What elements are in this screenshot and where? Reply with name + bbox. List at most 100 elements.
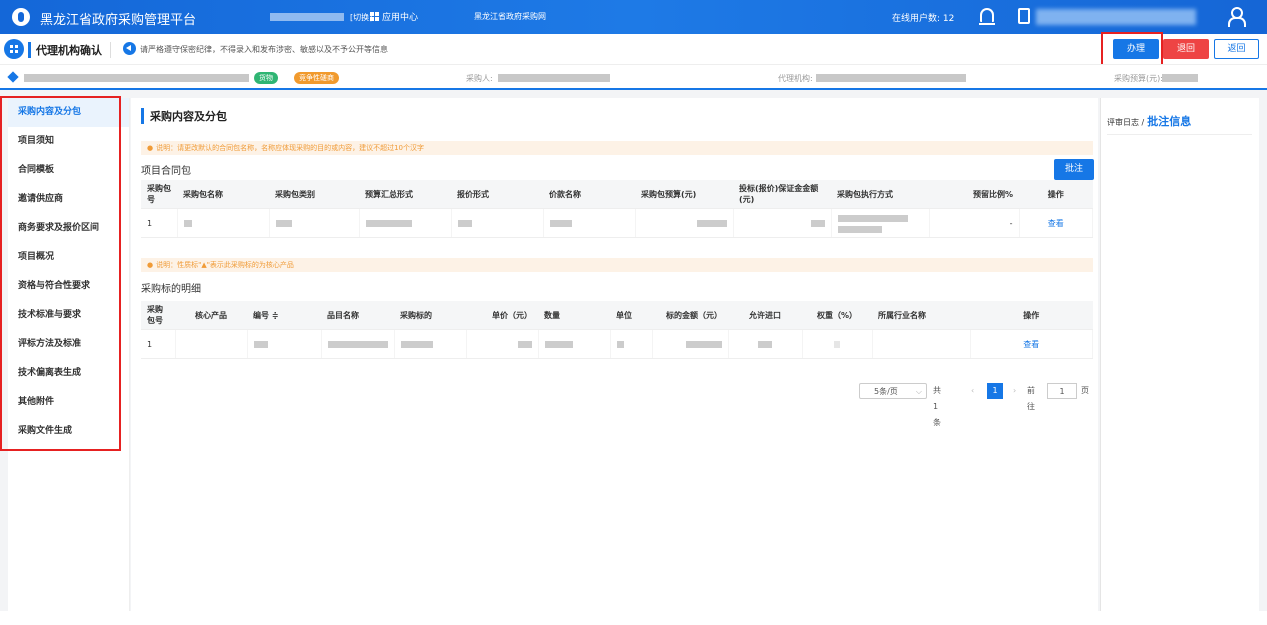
col-header: 投标(报价)保证金金额(元) bbox=[733, 180, 831, 209]
package-table-header: 采购包号 采购包名称 采购包类别 预算汇总形式 报价形式 价款名称 采购包预算(… bbox=[141, 180, 1093, 209]
cell-redacted bbox=[728, 329, 803, 359]
app-center-link[interactable]: 应用中心 bbox=[370, 10, 418, 23]
col-header: 允许进口 bbox=[728, 301, 802, 330]
detail-table-header: 采购包号 核心产品 编号 ≑ 品目名称 采购标的 单价（元） 数量 单位 标的金… bbox=[141, 301, 1093, 330]
col-header: 所属行业名称 bbox=[872, 301, 970, 330]
main-content: 采购内容及分包 说明：请更改默认的合同包名称，名称应体现采购的目的或内容，建议不… bbox=[131, 98, 1098, 611]
cell-redacted bbox=[802, 329, 873, 359]
cell-redacted bbox=[831, 208, 930, 238]
annotate-button[interactable]: 批注 bbox=[1054, 159, 1094, 180]
goods-tag: 货物 bbox=[254, 72, 278, 84]
online-users-count: 在线用户数: 12 bbox=[892, 14, 955, 24]
project-info-bar: 货物 竞争性磋商 采购人: 代理机构: 采购预算(元): bbox=[0, 64, 1267, 90]
highlight-box-handle bbox=[1101, 32, 1163, 68]
cell-redacted bbox=[733, 208, 832, 238]
col-header: 标的金额（元） bbox=[652, 301, 728, 330]
view-link[interactable]: 查看 bbox=[1019, 208, 1093, 238]
page-header: 代理机构确认 请严格遵守保密纪律，不得录入和发布涉密、敏感以及不予公开等信息 办… bbox=[0, 34, 1267, 64]
agency-redacted bbox=[816, 74, 966, 82]
cell-redacted bbox=[635, 208, 734, 238]
platform-logo-icon bbox=[12, 8, 30, 26]
footer-strip bbox=[0, 611, 1267, 625]
bell-icon[interactable] bbox=[979, 8, 995, 25]
col-header: 采购包号 bbox=[141, 180, 177, 209]
table-row: 1 查看 bbox=[141, 329, 1093, 359]
buyer-label: 采购人: bbox=[466, 74, 493, 83]
detail-section-title: 采购标的明细 bbox=[141, 284, 201, 295]
platform-title: 黑龙江省政府采购管理平台 bbox=[40, 13, 197, 28]
cell-core-product bbox=[175, 329, 248, 359]
col-header: 操作 bbox=[970, 301, 1093, 330]
col-header: 单价（元） bbox=[466, 301, 538, 330]
col-header: 采购包类别 bbox=[269, 180, 359, 209]
view-link-label[interactable]: 查看 bbox=[1048, 219, 1064, 228]
confidentiality-notice: 请严格遵守保密纪律，不得录入和发布涉密、敏感以及不予公开等信息 bbox=[140, 45, 388, 54]
return-button[interactable]: 退回 bbox=[1163, 39, 1209, 59]
switch-org-link[interactable]: [切换] bbox=[350, 12, 372, 23]
view-link-label[interactable]: 查看 bbox=[1023, 340, 1039, 349]
col-header: 单位 bbox=[610, 301, 652, 330]
package-table: 采购包号 采购包名称 采购包类别 预算汇总形式 报价形式 价款名称 采购包预算(… bbox=[141, 180, 1093, 238]
col-header: 预算汇总形式 bbox=[359, 180, 451, 209]
menu-icon[interactable] bbox=[4, 39, 24, 59]
cell-industry bbox=[872, 329, 971, 359]
budget-redacted bbox=[1162, 74, 1198, 82]
app-center-label: 应用中心 bbox=[382, 13, 419, 23]
user-icon[interactable] bbox=[1228, 7, 1246, 27]
project-cube-icon bbox=[7, 71, 19, 83]
cell-redacted bbox=[394, 329, 467, 359]
grid-icon bbox=[370, 12, 379, 21]
right-panel: 评审日志 / 批注信息 bbox=[1100, 98, 1259, 611]
col-header: 采购标的 bbox=[394, 301, 466, 330]
cell-redacted bbox=[543, 208, 636, 238]
col-header: 权重（%） bbox=[802, 301, 872, 330]
user-info-redacted bbox=[1036, 9, 1196, 25]
col-header: 采购包执行方式 bbox=[831, 180, 929, 209]
core-product-tip: 说明：性质标"▲"表示此采购标的为核心产品 bbox=[141, 258, 1093, 272]
cell-redacted bbox=[321, 329, 395, 359]
detail-table: 采购包号 核心产品 编号 ≑ 品目名称 采购标的 单价（元） 数量 单位 标的金… bbox=[141, 301, 1093, 359]
pagination-total: 共 1 条 bbox=[933, 386, 941, 427]
procurement-site-link[interactable]: 黑龙江省政府采购网 bbox=[474, 11, 546, 22]
speaker-icon bbox=[123, 42, 136, 55]
col-header: 报价形式 bbox=[451, 180, 543, 209]
highlight-box-sidebar bbox=[0, 96, 121, 451]
table-row: 1 - 查看 bbox=[141, 208, 1093, 238]
col-header: 核心产品 bbox=[175, 301, 247, 330]
right-panel-divider bbox=[1107, 134, 1252, 135]
cell-package-no: 1 bbox=[141, 208, 178, 238]
col-header: 采购包预算(元) bbox=[635, 180, 733, 209]
goto-label: 前往 bbox=[1027, 386, 1035, 411]
cell-redacted bbox=[466, 329, 539, 359]
page-suffix-label: 页 bbox=[1081, 386, 1089, 395]
goto-page-input[interactable]: 1 bbox=[1047, 383, 1077, 399]
cell-redacted bbox=[538, 329, 611, 359]
cell-redacted bbox=[269, 208, 360, 238]
prev-page-icon[interactable]: ‹ bbox=[971, 383, 974, 399]
sort-header-number[interactable]: 编号 ≑ bbox=[247, 301, 321, 330]
back-button[interactable]: 返回 bbox=[1214, 39, 1259, 59]
document-icon[interactable] bbox=[1018, 8, 1030, 24]
page-title: 代理机构确认 bbox=[28, 42, 102, 58]
cell-redacted bbox=[359, 208, 452, 238]
page-1-button[interactable]: 1 bbox=[987, 383, 1003, 399]
review-log-tab[interactable]: 评审日志 / bbox=[1107, 118, 1144, 127]
page-size-select[interactable]: 5条/页 bbox=[859, 383, 927, 400]
cell-redacted bbox=[652, 329, 729, 359]
next-page-icon[interactable]: › bbox=[1013, 383, 1016, 399]
package-name-tip: 说明：请更改默认的合同包名称，名称应体现采购的目的或内容，建议不超过10个汉字 bbox=[141, 141, 1093, 155]
buyer-redacted bbox=[498, 74, 610, 82]
col-header: 采购包名称 bbox=[177, 180, 269, 209]
user-org-redacted bbox=[270, 13, 344, 21]
col-header: 预留比例% bbox=[929, 180, 1019, 209]
cell-redacted bbox=[451, 208, 544, 238]
header-divider bbox=[110, 42, 111, 58]
method-tag: 竞争性磋商 bbox=[294, 72, 339, 84]
annotation-info-tab[interactable]: 批注信息 bbox=[1147, 115, 1191, 128]
project-name-redacted bbox=[24, 74, 249, 82]
col-header: 采购包号 bbox=[141, 301, 175, 330]
cell-package-no: 1 bbox=[141, 329, 176, 359]
col-header: 价款名称 bbox=[543, 180, 635, 209]
view-link[interactable]: 查看 bbox=[970, 329, 1093, 359]
cell-redacted bbox=[177, 208, 270, 238]
